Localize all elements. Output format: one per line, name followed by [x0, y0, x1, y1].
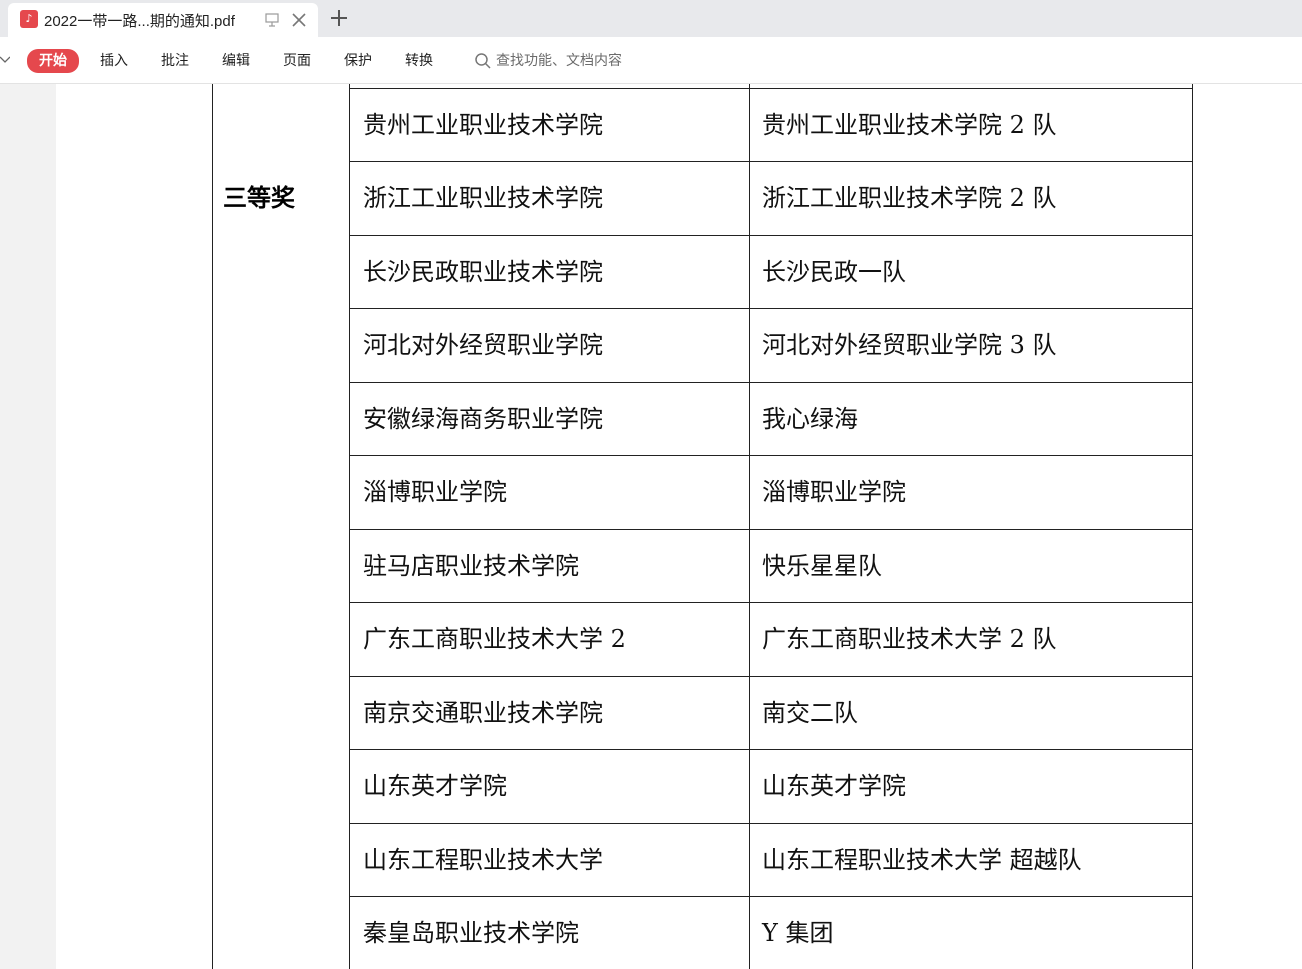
menu-insert[interactable]: 插入 [100, 50, 128, 72]
document-workspace[interactable]: 三等奖 贵州工业职业技术学院 贵州工业职业技术学院 2 队 浙江工业职业技术学院… [0, 84, 1302, 969]
school-cell: 贵州工业职业技术学院 [363, 111, 603, 139]
search-icon [475, 53, 491, 69]
award-label: 三等奖 [223, 184, 295, 212]
team-cell: 山东工程职业技术大学 超越队 [762, 846, 1082, 874]
school-cell: 淄博职业学院 [363, 478, 507, 506]
menu-page[interactable]: 页面 [283, 50, 311, 72]
team-cell: 淄博职业学院 [762, 478, 906, 506]
row-border [349, 676, 1193, 677]
team-cell: 浙江工业职业技术学院 2 队 [762, 184, 1057, 212]
toolbar: 开始 插入 批注 编辑 页面 保护 转换 查找功能、文档内容 [0, 37, 1302, 84]
table-border-left [212, 84, 213, 969]
row-border [349, 382, 1193, 383]
row-border [349, 823, 1193, 824]
row-border [349, 235, 1193, 236]
school-cell: 驻马店职业技术学院 [363, 552, 579, 580]
row-border [349, 308, 1193, 309]
row-border [349, 749, 1193, 750]
monitor-icon[interactable] [264, 12, 280, 28]
school-cell: 山东英才学院 [363, 772, 507, 800]
school-cell: 秦皇岛职业技术学院 [363, 919, 579, 947]
table-border-right [1192, 84, 1193, 969]
row-border [349, 529, 1193, 530]
row-border [349, 88, 1193, 89]
team-cell: 我心绿海 [762, 405, 858, 433]
team-cell: 长沙民政一队 [762, 258, 906, 286]
school-cell: 河北对外经贸职业学院 [363, 331, 603, 359]
plus-icon[interactable] [328, 7, 350, 29]
row-border [349, 602, 1193, 603]
document-tab[interactable]: ♪ 2022一带一路...期的通知.pdf [8, 3, 318, 37]
menu-start[interactable]: 开始 [27, 49, 79, 73]
menu-edit[interactable]: 编辑 [222, 50, 250, 72]
search-placeholder: 查找功能、文档内容 [496, 53, 622, 69]
team-cell: 贵州工业职业技术学院 2 队 [762, 111, 1057, 139]
close-icon[interactable] [290, 11, 308, 29]
school-cell: 长沙民政职业技术学院 [363, 258, 603, 286]
tab-title: 2022一带一路...期的通知.pdf [44, 13, 235, 30]
menu-protect[interactable]: 保护 [344, 50, 372, 72]
row-border [349, 896, 1193, 897]
pdf-page: 三等奖 贵州工业职业技术学院 贵州工业职业技术学院 2 队 浙江工业职业技术学院… [56, 84, 1302, 969]
team-cell: 河北对外经贸职业学院 3 队 [762, 331, 1057, 359]
school-cell: 广东工商职业技术大学 2 [363, 625, 626, 653]
pdf-file-icon: ♪ [20, 10, 38, 28]
team-cell: 广东工商职业技术大学 2 队 [762, 625, 1057, 653]
row-border [349, 161, 1193, 162]
row-border [349, 455, 1193, 456]
school-cell: 山东工程职业技术大学 [363, 846, 603, 874]
menu-annotate[interactable]: 批注 [161, 50, 189, 72]
team-cell: 山东英才学院 [762, 772, 906, 800]
school-cell: 浙江工业职业技术学院 [363, 184, 603, 212]
school-cell: 安徽绿海商务职业学院 [363, 405, 603, 433]
table-border-col2 [749, 84, 750, 969]
chevron-down-icon[interactable] [0, 56, 10, 64]
team-cell: Y 集团 [762, 919, 834, 947]
table-border-col1 [349, 84, 350, 969]
team-cell: 快乐星星队 [762, 552, 882, 580]
tab-bar: ♪ 2022一带一路...期的通知.pdf [0, 0, 1302, 37]
menu-convert[interactable]: 转换 [405, 50, 433, 72]
team-cell: 南交二队 [762, 699, 858, 727]
school-cell: 南京交通职业技术学院 [363, 699, 603, 727]
